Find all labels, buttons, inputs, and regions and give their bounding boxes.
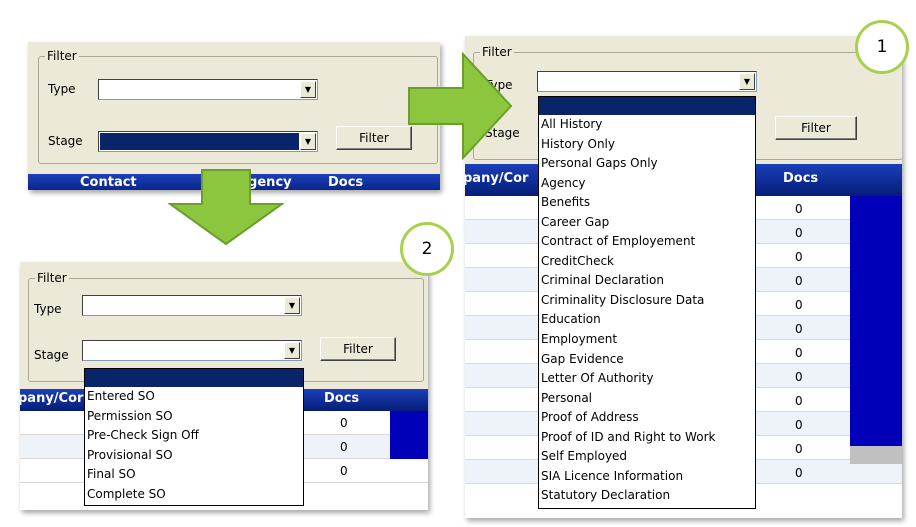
filter-group: Filter (28, 271, 424, 382)
column-header-contact[interactable]: Contact (80, 175, 137, 190)
dropdown-option[interactable]: Permission SO (85, 407, 303, 427)
docs-cell: 0 (795, 346, 803, 360)
dropdown-option[interactable]: Proof of Address (539, 408, 755, 428)
dropdown-option[interactable]: Pre-Check Sign Off (85, 426, 303, 446)
filter-legend: Filter (35, 271, 69, 285)
chevron-down-icon[interactable]: ▼ (300, 133, 316, 150)
dropdown-option[interactable]: Contract of Employement (539, 232, 755, 252)
dropdown-option[interactable]: Education (539, 310, 755, 330)
dropdown-option[interactable]: Complete SO (85, 485, 303, 505)
column-header-docs[interactable]: Docs (328, 175, 363, 190)
chevron-down-icon[interactable]: ▼ (284, 297, 300, 314)
dropdown-highlight-row[interactable] (539, 97, 755, 115)
docs-cell: 0 (795, 322, 803, 336)
dropdown-option[interactable]: Entered SO (85, 387, 303, 407)
bottom-left-panel: Filter Type ▼ Stage ▼ Filter pany/Cor Do… (20, 262, 428, 510)
dropdown-highlight-row[interactable] (85, 369, 303, 387)
docs-cell: 0 (795, 298, 803, 312)
dropdown-option[interactable]: History Only (539, 135, 755, 155)
chevron-down-icon[interactable]: ▼ (300, 81, 316, 98)
filter-legend: Filter (45, 49, 79, 63)
type-label: Type (34, 302, 62, 316)
stage-select[interactable]: ▼ (82, 340, 302, 361)
docs-cell: 0 (795, 394, 803, 408)
chevron-down-icon[interactable]: ▼ (739, 73, 755, 90)
dropdown-option[interactable]: CreditCheck (539, 252, 755, 272)
column-header-docs[interactable]: Docs (783, 171, 818, 186)
column-header-company[interactable]: pany/Cor (465, 171, 528, 186)
stage-select[interactable]: ▼ (98, 131, 318, 152)
dropdown-option[interactable]: Personal Gaps Only (539, 154, 755, 174)
dropdown-option[interactable]: Letter Of Authority (539, 369, 755, 389)
type-select[interactable]: ▼ (82, 295, 302, 316)
dropdown-option[interactable]: SIA Licence Information (539, 467, 755, 487)
docs-cell: 0 (340, 440, 348, 454)
scroll-end-bar (850, 446, 902, 464)
stage-dropdown-list[interactable]: Entered SO Permission SO Pre-Check Sign … (84, 368, 304, 506)
type-select[interactable]: ▼ (537, 71, 757, 92)
dropdown-option[interactable]: Criminal Declaration (539, 271, 755, 291)
column-header-docs[interactable]: Docs (324, 391, 359, 406)
docs-cell: 0 (340, 416, 348, 430)
filter-button[interactable]: Filter (775, 116, 857, 140)
dropdown-option[interactable]: Gap Evidence (539, 350, 755, 370)
dropdown-option[interactable]: Proof of ID and Right to Work (539, 428, 755, 448)
callout-step-2: 2 (400, 222, 454, 276)
docs-cell: 0 (795, 274, 803, 288)
docs-cell: 0 (340, 464, 348, 478)
dropdown-option[interactable]: Personal (539, 389, 755, 409)
dropdown-option[interactable]: Career Gap (539, 213, 755, 233)
dropdown-option[interactable]: Self Employed (539, 447, 755, 467)
docs-cell: 0 (795, 370, 803, 384)
callout-step-1: 1 (855, 20, 909, 74)
docs-cell: 0 (795, 226, 803, 240)
selection-bar (850, 196, 902, 446)
stage-label: Stage (48, 134, 83, 148)
dropdown-option[interactable]: Statutory Declaration (539, 486, 755, 506)
column-header-company[interactable]: pany/Cor (20, 391, 83, 406)
right-panel: Filter Type ▼ Stage Filter pany/Cor Docs… (465, 36, 902, 518)
type-select[interactable]: ▼ (98, 79, 318, 100)
filter-button[interactable]: Filter (336, 126, 412, 150)
docs-cell: 0 (795, 250, 803, 264)
docs-cell: 0 (795, 202, 803, 216)
dropdown-option[interactable]: All History (539, 115, 755, 135)
dropdown-option[interactable]: Agency (539, 174, 755, 194)
docs-cell: 0 (795, 418, 803, 432)
dropdown-option[interactable]: Provisional SO (85, 446, 303, 466)
docs-cell: 0 (795, 442, 803, 456)
arrow-right-icon (408, 51, 513, 161)
dropdown-option[interactable]: Employment (539, 330, 755, 350)
arrow-down-icon (168, 169, 284, 246)
filter-button[interactable]: Filter (320, 337, 396, 361)
dropdown-option[interactable]: Criminality Disclosure Data (539, 291, 755, 311)
dropdown-option[interactable]: Final SO (85, 465, 303, 485)
type-dropdown-list[interactable]: All History History Only Personal Gaps O… (538, 96, 756, 509)
chevron-down-icon[interactable]: ▼ (284, 342, 300, 359)
dropdown-option[interactable]: Benefits (539, 193, 755, 213)
selection-bar (390, 411, 428, 459)
docs-cell: 0 (795, 466, 803, 480)
type-label: Type (48, 82, 76, 96)
stage-label: Stage (34, 348, 69, 362)
